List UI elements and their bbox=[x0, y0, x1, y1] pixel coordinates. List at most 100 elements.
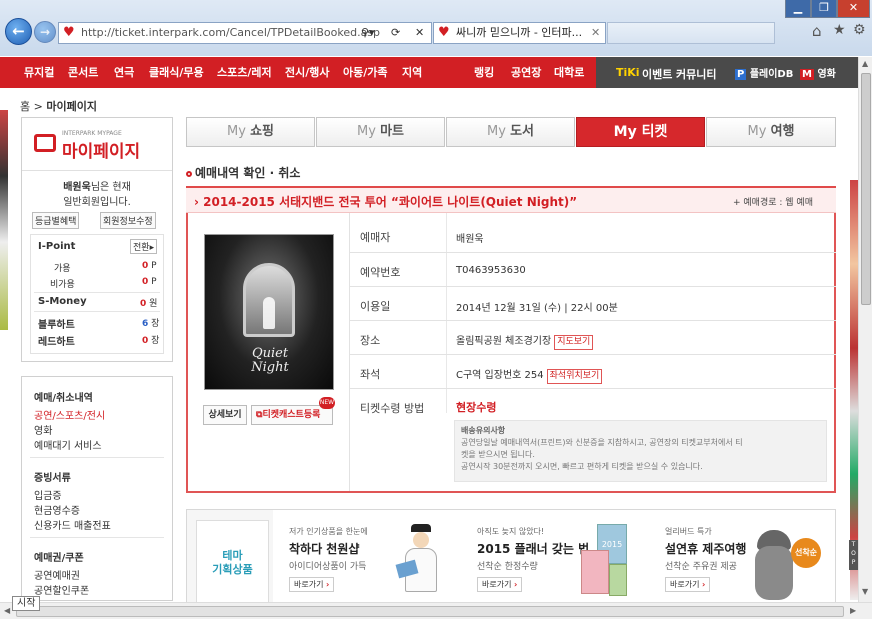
blueheart-label: 블루하트 bbox=[38, 320, 75, 331]
search-icon[interactable]: ⚲▾ bbox=[361, 23, 375, 43]
nav-item[interactable]: 스포츠/레저 bbox=[217, 57, 272, 88]
right-edge-strip bbox=[850, 180, 858, 600]
tab-favicon: ♥ bbox=[438, 25, 450, 40]
event-title-bar: › 2014-2015 서태지밴드 전국 투어 “콰이어트 나이트(Quiet … bbox=[186, 186, 836, 213]
detail-view-button[interactable]: 상세보기 bbox=[203, 405, 247, 425]
back-button[interactable]: ← bbox=[5, 18, 32, 45]
promo-item[interactable]: 얼리버드 특가 설연휴 제주여행 선착순 주유권 제공 바로가기 › bbox=[665, 526, 746, 592]
event-link[interactable]: 이벤트 bbox=[642, 66, 672, 82]
nav-item[interactable]: 콘서트 bbox=[68, 57, 98, 88]
community-link[interactable]: 커뮤니티 bbox=[676, 66, 716, 82]
detail-row bbox=[350, 213, 836, 253]
grade-benefit-button[interactable]: 등급별혜택 bbox=[32, 212, 80, 229]
map-view-button[interactable]: 지도보기 bbox=[554, 335, 594, 350]
top-button[interactable]: TOP bbox=[849, 540, 858, 570]
nav-item[interactable]: 공연장 bbox=[511, 57, 541, 88]
poster-figure bbox=[263, 297, 275, 329]
tab-close-icon[interactable]: ✕ bbox=[591, 23, 600, 43]
nav-item[interactable]: 지역 bbox=[402, 57, 422, 88]
scroll-h-thumb[interactable] bbox=[16, 606, 844, 617]
smoney-label: S-Money bbox=[38, 296, 87, 307]
browser-tab-active[interactable]: ♥ 싸니까 믿으니까 - 인터파... ✕ bbox=[433, 22, 606, 44]
promo-sub-text: 아이디어상품이 가득 bbox=[289, 562, 367, 572]
label-date: 이용일 bbox=[360, 300, 391, 313]
nav-item[interactable]: 대학로 bbox=[554, 57, 584, 88]
status-tooltip: 시작 bbox=[12, 596, 41, 611]
tiki-link[interactable]: TiKi bbox=[616, 66, 640, 79]
menu-item-waitlist[interactable]: 예매대기 서비스 bbox=[34, 437, 102, 452]
tab-my-mart[interactable]: My 마트 bbox=[316, 117, 445, 147]
menu-item-cash-receipt[interactable]: 현금영수증 bbox=[34, 502, 80, 517]
scroll-right-arrow[interactable]: ▶ bbox=[850, 606, 856, 615]
promo-goto-button[interactable]: 바로가기 › bbox=[289, 577, 335, 592]
promo-goto-button[interactable]: 바로가기 › bbox=[665, 577, 711, 592]
menu-item-deposit[interactable]: 입금증 bbox=[34, 487, 62, 502]
value-booker: 배원욱 bbox=[456, 234, 484, 245]
label-seat: 좌석 bbox=[360, 368, 381, 381]
playdb-link[interactable]: P 플레이DB bbox=[735, 65, 793, 80]
nav-item[interactable]: 클래식/무용 bbox=[149, 57, 204, 88]
forward-button[interactable]: → bbox=[34, 21, 56, 43]
new-badge: NEW bbox=[319, 397, 335, 409]
sidebar-menu: 예매/취소내역 공연/스포츠/전시 영화 예매대기 서비스 증빙서류 입금증 현… bbox=[21, 376, 173, 601]
breadcrumb-home[interactable]: 홈 bbox=[20, 100, 30, 113]
menu-item-voucher[interactable]: 공연예매권 bbox=[34, 567, 80, 582]
top-navigation-dark: TiKi 이벤트 커뮤니티 P 플레이DB M 영화 bbox=[596, 57, 858, 88]
promo-headline: 2015 플래너 갖는 법 bbox=[477, 542, 590, 556]
nav-item[interactable]: 뮤지컬 bbox=[24, 57, 54, 88]
refresh-icon[interactable]: ⟳ bbox=[391, 23, 400, 43]
tab-my-books[interactable]: My 도서 bbox=[446, 117, 575, 147]
convert-button[interactable]: 전환▸ bbox=[130, 239, 158, 254]
address-bar[interactable]: ♥ http://ticket.interpark.com/Cancel/TPD… bbox=[58, 22, 432, 44]
poster-text: Quiet Night bbox=[251, 346, 289, 375]
promo-sub-text: 선착순 한정수량 bbox=[477, 562, 538, 572]
theme-label-box[interactable]: 테마 기획상품 bbox=[196, 520, 269, 604]
menu-item-performance[interactable]: 공연/스포츠/전시 bbox=[34, 407, 105, 422]
delivery-notice: 배송유의사항 공연당일날 예매내역서(프린트)와 신분증을 지참하시고, 공연장… bbox=[454, 420, 827, 482]
browser-tab-new[interactable] bbox=[607, 22, 775, 44]
home-icon[interactable]: ⌂ bbox=[812, 22, 822, 40]
promo-small-text: 아직도 늦지 않았다! bbox=[477, 527, 545, 536]
favorites-icon[interactable]: ★ bbox=[833, 22, 846, 38]
label-booker: 예매자 bbox=[360, 231, 391, 244]
menu-section-title: 예매권/쿠폰 bbox=[34, 553, 84, 564]
notice-line: 켓을 받으시면 됩니다. bbox=[461, 450, 535, 459]
scroll-thumb[interactable] bbox=[861, 73, 871, 305]
site-favicon: ♥ bbox=[63, 25, 75, 40]
menu-item-card-slip[interactable]: 신용카드 매출전표 bbox=[34, 517, 111, 532]
tab-my-shopping[interactable]: My 쇼핑 bbox=[186, 117, 315, 147]
scroll-up-arrow[interactable]: ▲ bbox=[862, 59, 868, 68]
nav-item[interactable]: 아동/가족 bbox=[343, 57, 388, 88]
promo-banner: 테마 기획상품 저가 인기상품을 한눈에 착하다 천원샵 아이디어상품이 가득 바… bbox=[186, 509, 836, 607]
redheart-value: 0 장 bbox=[142, 336, 160, 346]
tools-gear-icon[interactable]: ⚙ bbox=[853, 22, 866, 38]
vertical-scrollbar[interactable]: ▲ ▼ bbox=[858, 57, 872, 602]
event-poster[interactable]: Quiet Night bbox=[204, 234, 334, 390]
promo-item[interactable]: 저가 인기상품을 한눈에 착하다 천원샵 아이디어상품이 가득 바로가기 › bbox=[289, 526, 368, 592]
seat-location-button[interactable]: 좌석위치보기 bbox=[546, 369, 603, 384]
tab-my-ticket[interactable]: My 티켓 bbox=[576, 117, 705, 147]
promo-illustration-doldam bbox=[751, 530, 799, 602]
logo-caption: INTERPARK MYPAGE bbox=[62, 130, 122, 137]
stop-icon[interactable]: ✕ bbox=[415, 23, 424, 43]
tab-my-travel[interactable]: My 여행 bbox=[706, 117, 836, 147]
maximize-button[interactable]: ❐ bbox=[811, 0, 837, 18]
minimize-button[interactable]: ▁ bbox=[785, 0, 811, 18]
movie-link[interactable]: M 영화 bbox=[800, 65, 836, 80]
promo-goto-button[interactable]: 바로가기 › bbox=[477, 577, 523, 592]
horizontal-scrollbar[interactable]: ◀ ▶ bbox=[0, 602, 872, 619]
nav-item[interactable]: 연극 bbox=[114, 57, 134, 88]
close-window-button[interactable]: ✕ bbox=[837, 0, 870, 18]
menu-item-coupon[interactable]: 공연할인쿠폰 bbox=[34, 582, 89, 597]
user-suffix: 님은 현재 bbox=[90, 182, 131, 193]
nav-item[interactable]: 전시/행사 bbox=[285, 57, 330, 88]
booking-route: + 예매경로 : 웹 예매 bbox=[733, 198, 813, 208]
edit-info-button[interactable]: 회원정보수정 bbox=[100, 212, 156, 229]
promo-item[interactable]: 아직도 늦지 않았다! 2015 플래너 갖는 법 선착순 한정수량 바로가기 … bbox=[477, 526, 589, 592]
nav-item[interactable]: 랭킹 bbox=[474, 57, 494, 88]
promo-illustration-planner: 2015 bbox=[579, 524, 631, 600]
scroll-left-arrow[interactable]: ◀ bbox=[4, 606, 10, 615]
notice-line: 공연당일날 예매내역서(프린트)와 신분증을 지참하시고, 공연장의 티켓교부처… bbox=[461, 438, 743, 447]
scroll-down-arrow[interactable]: ▼ bbox=[862, 587, 868, 596]
menu-item-movie[interactable]: 영화 bbox=[34, 422, 52, 437]
